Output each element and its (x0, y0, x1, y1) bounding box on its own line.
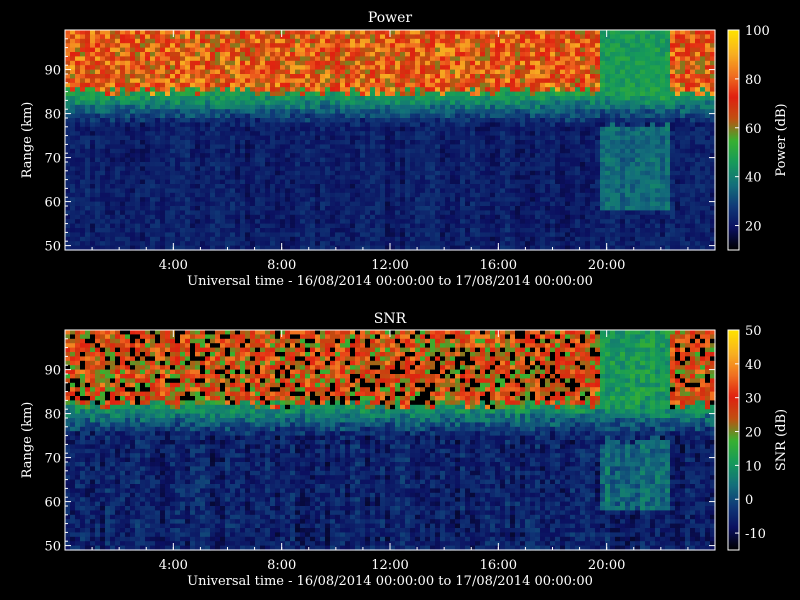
chart-title: SNR (374, 311, 407, 327)
y-tick-label: 90 (44, 64, 61, 79)
y-tick-label: 50 (44, 240, 61, 255)
colorbar: -10 0 10 20 30 40 50 SNR (dB) (727, 324, 789, 551)
x-tick-label: 8:00 (267, 558, 296, 573)
x-tick-label: 16:00 (480, 258, 517, 273)
x-tick-label: 12:00 (371, 258, 408, 273)
y-axis-label: Range (km) (20, 402, 35, 479)
colorbar-tick-label: 20 (745, 426, 762, 441)
colorbar-tick-label: 30 (745, 392, 762, 407)
colorbar-tick-label: 0 (745, 493, 753, 508)
y-tick-label: 70 (44, 152, 61, 167)
colorbar-tick-label: 80 (745, 73, 762, 88)
x-tick-label: 8:00 (267, 258, 296, 273)
panel-snr: SNR 50 60 70 80 90 Range (km) 4:00 8:00 12:00 16:0… (20, 311, 789, 589)
y-tick-label: 60 (44, 196, 61, 211)
colorbar-tick-label: 100 (745, 24, 770, 39)
y-tick-label: 80 (44, 408, 61, 423)
y-tick-label: 50 (44, 540, 61, 555)
y-tick-label: 60 (44, 496, 61, 511)
colorbar-tick-label: 10 (745, 459, 762, 474)
y-axis-label: Range (km) (20, 102, 35, 179)
colorbar-tick-label: 20 (745, 220, 762, 235)
colorbar-tick-label: 40 (745, 171, 762, 186)
colorbar: 20 40 60 80 100 Power (dB) (727, 24, 789, 251)
colorbar-tick-label: -10 (745, 527, 766, 542)
chart-title: Power (368, 10, 413, 26)
colorbar-label: Power (dB) (774, 103, 789, 176)
x-tick-label: 20:00 (588, 258, 625, 273)
x-tick-label: 16:00 (480, 558, 517, 573)
panel-power: Power 50 60 70 80 90 Range (km) 4:00 8:00 12:00 16… (20, 10, 789, 289)
y-tick-label: 70 (44, 452, 61, 467)
colorbar-tick-label: 40 (745, 358, 762, 373)
figure: Power 50 60 70 80 90 Range (km) 4:00 8:00 12:00 16… (20, 10, 789, 589)
x-tick-label: 20:00 (588, 558, 625, 573)
heatmap-cells (65, 330, 716, 551)
y-tick-label: 90 (44, 364, 61, 379)
colorbar-tick-label: 50 (745, 324, 762, 339)
y-tick-label: 80 (44, 108, 61, 123)
x-axis-label: Universal time - 16/08/2014 00:00:00 to … (187, 274, 593, 289)
x-axis-label: Universal time - 16/08/2014 00:00:00 to … (187, 574, 593, 589)
colorbar-tick-label: 60 (745, 122, 762, 137)
x-tick-label: 4:00 (159, 558, 188, 573)
x-tick-label: 12:00 (371, 558, 408, 573)
x-tick-label: 4:00 (159, 258, 188, 273)
heatmap-cells (65, 30, 716, 251)
colorbar-label: SNR (dB) (774, 409, 789, 471)
